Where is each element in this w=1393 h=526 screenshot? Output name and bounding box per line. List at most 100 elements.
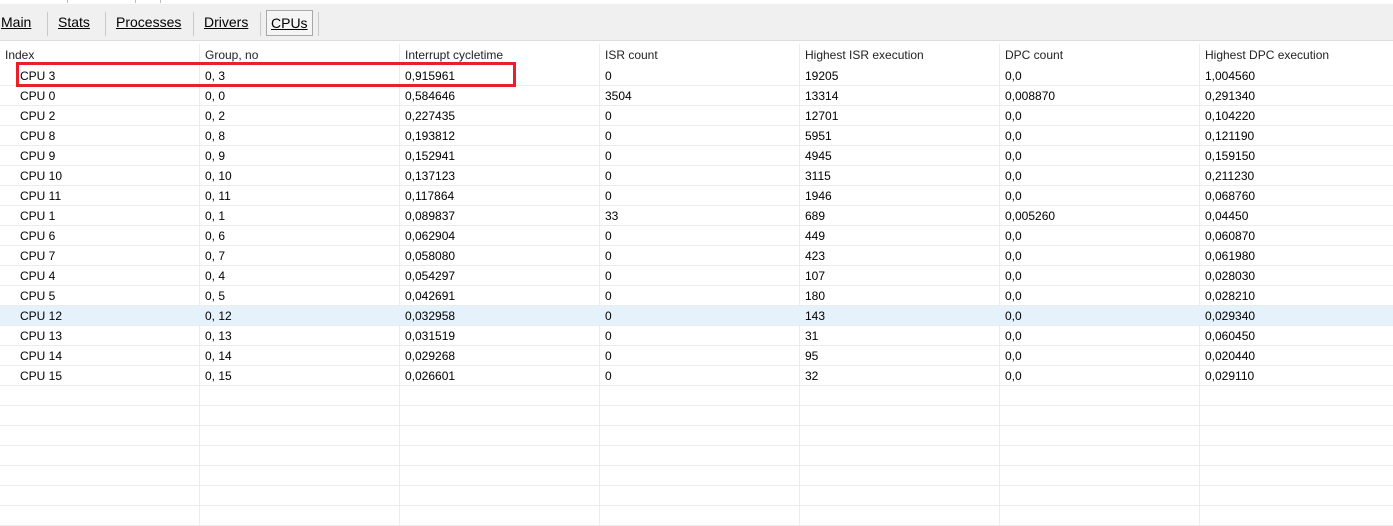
- cell-interrupt-cycletime: 0,584646: [405, 89, 456, 103]
- table-row[interactable]: CPU 5 0, 5 0,042691 0 180 0,0 0,028210: [0, 286, 1393, 306]
- cell-highest-isr: 689: [805, 209, 826, 223]
- cell-isr-count: 0: [605, 149, 612, 163]
- cell-dpc-count: 0,0: [1005, 149, 1022, 163]
- cell-highest-dpc: 0,211230: [1205, 169, 1255, 183]
- cell-group: 0, 13: [205, 329, 232, 343]
- tab-cpus-label: CPUs: [271, 15, 308, 31]
- cell-group: 0, 5: [205, 289, 226, 303]
- tab-stats-label: Stats: [58, 14, 90, 30]
- cell-group: 0, 8: [205, 129, 226, 143]
- cell-interrupt-cycletime: 0,032958: [405, 309, 456, 323]
- table-row[interactable]: CPU 8 0, 8 0,193812 0 5951 0,0 0,121190: [0, 126, 1393, 146]
- cell-highest-dpc: 0,060870: [1205, 229, 1256, 243]
- table-row[interactable]: CPU 2 0, 2 0,227435 0 12701 0,0 0,104220: [0, 106, 1393, 126]
- cell-interrupt-cycletime: 0,227435: [405, 109, 456, 123]
- cell-group: 0, 12: [205, 309, 232, 323]
- cell-interrupt-cycletime: 0,152941: [405, 149, 456, 163]
- column-header-highest-isr[interactable]: Highest ISR execution: [805, 48, 924, 62]
- table-header: Index Group, no Interrupt cycletime ISR …: [0, 44, 1393, 64]
- cell-group: 0, 1: [205, 209, 226, 223]
- cell-dpc-count: 0,005260: [1005, 209, 1056, 223]
- table-row[interactable]: CPU 10 0, 10 0,137123 0 3115 0,0 0,211230: [0, 166, 1393, 186]
- cell-group: 0, 0: [205, 89, 226, 103]
- tab-stats[interactable]: Stats: [54, 10, 94, 36]
- cell-interrupt-cycletime: 0,058080: [405, 249, 456, 263]
- cell-dpc-count: 0,0: [1005, 69, 1022, 83]
- cell-group: 0, 6: [205, 229, 226, 243]
- tab-main[interactable]: Main: [0, 10, 35, 36]
- cell-highest-isr: 1946: [805, 189, 832, 203]
- cell-highest-isr: 4945: [805, 149, 832, 163]
- cell-index: CPU 11: [20, 189, 62, 203]
- column-header-group[interactable]: Group, no: [205, 48, 258, 62]
- cell-highest-isr: 32: [805, 369, 819, 383]
- column-header-isr-count[interactable]: ISR count: [605, 48, 658, 62]
- table-row[interactable]: CPU 15 0, 15 0,026601 0 32 0,0 0,029110: [0, 366, 1393, 386]
- cell-highest-isr: 107: [805, 269, 826, 283]
- cell-group: 0, 14: [205, 349, 232, 363]
- cell-index: CPU 0: [20, 89, 56, 103]
- tab-processes[interactable]: Processes: [112, 10, 185, 36]
- strip-separator: [135, 0, 136, 3]
- column-header-highest-dpc[interactable]: Highest DPC execution: [1205, 48, 1329, 62]
- cell-dpc-count: 0,0: [1005, 169, 1022, 183]
- cell-highest-isr: 5951: [805, 129, 832, 143]
- cell-isr-count: 0: [605, 349, 612, 363]
- tab-separator: [105, 12, 106, 36]
- cell-isr-count: 33: [605, 209, 619, 223]
- cell-interrupt-cycletime: 0,089837: [405, 209, 456, 223]
- table-row[interactable]: CPU 0 0, 0 0,584646 3504 13314 0,008870 0,2913…: [0, 86, 1393, 106]
- table-row[interactable]: CPU 4 0, 4 0,054297 0 107 0,0 0,028030: [0, 266, 1393, 286]
- cell-dpc-count: 0,0: [1005, 349, 1022, 363]
- cell-dpc-count: 0,0: [1005, 289, 1022, 303]
- cell-interrupt-cycletime: 0,029268: [405, 349, 456, 363]
- cell-index: CPU 5: [20, 289, 56, 303]
- cell-highest-dpc: 0,028030: [1205, 269, 1256, 283]
- table-row[interactable]: CPU 14 0, 14 0,029268 0 95 0,0 0,020440: [0, 346, 1393, 366]
- cell-group: 0, 9: [205, 149, 226, 163]
- cell-highest-dpc: 0,061980: [1205, 249, 1256, 263]
- cell-dpc-count: 0,0: [1005, 329, 1022, 343]
- cell-highest-dpc: 0,020440: [1205, 349, 1256, 363]
- cell-interrupt-cycletime: 0,193812: [405, 129, 456, 143]
- column-header-dpc-count[interactable]: DPC count: [1005, 48, 1063, 62]
- cell-index: CPU 1: [20, 209, 56, 223]
- cell-isr-count: 0: [605, 189, 612, 203]
- cell-isr-count: 0: [605, 249, 612, 263]
- empty-row: [0, 486, 1393, 506]
- cell-isr-count: 0: [605, 309, 612, 323]
- table-row[interactable]: CPU 13 0, 13 0,031519 0 31 0,0 0,060450: [0, 326, 1393, 346]
- table-row[interactable]: CPU 9 0, 9 0,152941 0 4945 0,0 0,159150: [0, 146, 1393, 166]
- cell-highest-dpc: 0,159150: [1205, 149, 1256, 163]
- table-row[interactable]: CPU 12 0, 12 0,032958 0 143 0,0 0,029340: [0, 306, 1393, 326]
- tab-drivers[interactable]: Drivers: [200, 10, 252, 36]
- cell-isr-count: 0: [605, 229, 612, 243]
- cell-isr-count: 0: [605, 369, 612, 383]
- tab-separator: [193, 12, 194, 36]
- cell-highest-dpc: 0,04450: [1205, 209, 1249, 223]
- table-row[interactable]: CPU 7 0, 7 0,058080 0 423 0,0 0,061980: [0, 246, 1393, 266]
- tab-cpus[interactable]: CPUs: [266, 10, 313, 36]
- table-row[interactable]: CPU 6 0, 6 0,062904 0 449 0,0 0,060870: [0, 226, 1393, 246]
- column-header-interrupt-cycletime[interactable]: Interrupt cycletime: [405, 48, 503, 62]
- cell-group: 0, 3: [205, 69, 226, 83]
- cell-dpc-count: 0,008870: [1005, 89, 1056, 103]
- cell-index: CPU 13: [20, 329, 63, 343]
- cell-highest-isr: 143: [805, 309, 826, 323]
- tab-processes-label: Processes: [116, 14, 182, 30]
- cell-highest-dpc: 0,291340: [1205, 89, 1256, 103]
- table-row[interactable]: CPU 3 0, 3 0,915961 0 19205 0,0 1,004560: [0, 66, 1393, 86]
- cell-highest-isr: 13314: [805, 89, 839, 103]
- cell-index: CPU 12: [20, 309, 63, 323]
- column-header-index[interactable]: Index: [5, 48, 34, 62]
- table-row[interactable]: CPU 1 0, 1 0,089837 33 689 0,005260 0,04450: [0, 206, 1393, 226]
- cell-index: CPU 6: [20, 229, 56, 243]
- cell-dpc-count: 0,0: [1005, 269, 1022, 283]
- empty-row: [0, 446, 1393, 466]
- table-row[interactable]: CPU 11 0, 11 0,117864 0 1946 0,0 0,068760: [0, 186, 1393, 206]
- cell-group: 0, 2: [205, 109, 226, 123]
- cell-interrupt-cycletime: 0,062904: [405, 229, 456, 243]
- cell-isr-count: 0: [605, 269, 612, 283]
- cell-dpc-count: 0,0: [1005, 189, 1022, 203]
- cell-index: CPU 2: [20, 109, 56, 123]
